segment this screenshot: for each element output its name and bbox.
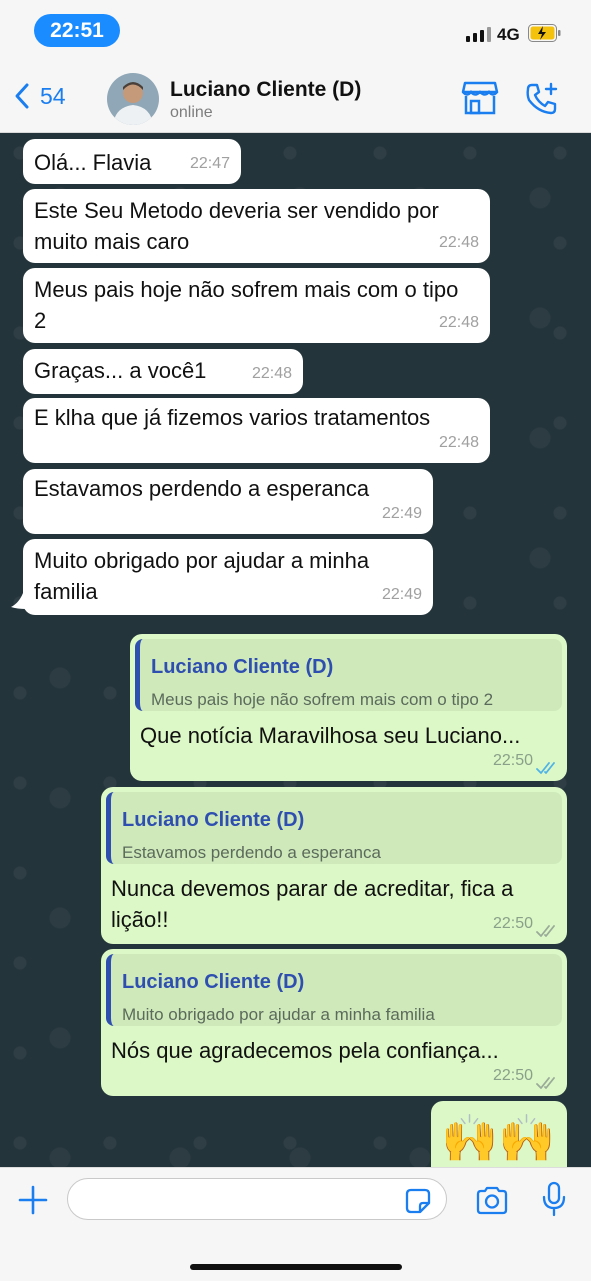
quoted-sender: Luciano Cliente (D) (122, 809, 305, 831)
message-text: Que notícia Maravilhosa seu Luciano... (140, 723, 521, 748)
message-text: E klha que já fizemos varios tratamentos (34, 405, 431, 430)
composer-bar (0, 1167, 591, 1281)
message-time: 22:50 (492, 1067, 533, 1084)
quoted-sender: Luciano Cliente (D) (122, 971, 305, 993)
incoming-message[interactable]: Meus pais hoje não sofrem mais com o tip… (23, 268, 490, 343)
status-bar: 22:51 4G (0, 0, 591, 62)
message-time: 22:48 (438, 314, 479, 331)
message-text: Graças... a você1 (34, 358, 207, 383)
status-time: 22:51 (34, 14, 120, 47)
message-time: 22:49 (381, 586, 422, 603)
avatar-image (107, 73, 159, 125)
sticker-icon[interactable] (405, 1188, 431, 1214)
message-time: 22:47 (189, 155, 230, 172)
outgoing-message[interactable]: Luciano Cliente (D) Muito obrigado por a… (101, 949, 567, 1096)
emoji-message[interactable]: 🙌🙌 (431, 1101, 567, 1167)
incoming-message[interactable]: Este Seu Metodo deveria ser vendido por … (23, 189, 490, 263)
quoted-text: Muito obrigado por ajudar a minha famili… (122, 1005, 435, 1024)
signal-icon (466, 27, 491, 42)
store-icon[interactable] (461, 80, 499, 116)
home-indicator (190, 1264, 402, 1270)
incoming-message[interactable]: Muito obrigado por ajudar a minha famili… (23, 539, 433, 615)
incoming-message[interactable]: Estavamos perdendo a esperanca 22:49 (23, 469, 433, 534)
plus-icon[interactable] (18, 1185, 48, 1215)
quoted-text: Meus pais hoje não sofrem mais com o tip… (151, 690, 494, 709)
message-text: Nós que agradecemos pela confiança... (111, 1038, 499, 1063)
message-text: Muito obrigado por ajudar a minha famili… (34, 548, 370, 604)
outgoing-message[interactable]: Luciano Cliente (D) Estavamos perdendo a… (101, 787, 567, 944)
message-time: 22:48 (251, 365, 292, 382)
quoted-message[interactable]: Luciano Cliente (D) Muito obrigado por a… (106, 954, 562, 1026)
avatar[interactable] (107, 73, 159, 125)
quoted-message[interactable]: Luciano Cliente (D) Meus pais hoje não s… (135, 639, 562, 711)
incoming-message[interactable]: Graças... a você1 22:48 (23, 349, 303, 394)
contact-status: online (170, 104, 213, 121)
quoted-message[interactable]: Luciano Cliente (D) Estavamos perdendo a… (106, 792, 562, 864)
camera-icon[interactable] (475, 1185, 509, 1215)
incoming-message[interactable]: Olá... Flavia 22:47 (23, 139, 241, 184)
quoted-sender: Luciano Cliente (D) (151, 656, 334, 678)
message-text: Estavamos perdendo a esperanca (34, 476, 370, 501)
message-text: Olá... Flavia (34, 150, 152, 175)
message-text: Este Seu Metodo deveria ser vendido por … (34, 198, 439, 254)
quoted-text: Estavamos perdendo a esperanca (122, 843, 381, 862)
chat-header: 54 Luciano Cliente (D) online (0, 62, 591, 133)
chat-area[interactable]: Olá... Flavia 22:47 Este Seu Metodo deve… (0, 133, 591, 1167)
message-input[interactable] (67, 1178, 447, 1220)
emoji-text: 🙌🙌 (441, 1112, 556, 1164)
message-text: Meus pais hoje não sofrem mais com o tip… (34, 277, 459, 333)
read-ticks-icon (536, 1077, 555, 1089)
add-call-icon[interactable] (525, 82, 559, 116)
incoming-message[interactable]: E klha que já fizemos varios tratamentos… (23, 398, 490, 463)
back-chevron-icon (15, 83, 29, 109)
microphone-icon[interactable] (540, 1181, 568, 1217)
back-button[interactable]: 54 (14, 82, 66, 110)
battery-icon (528, 24, 561, 42)
read-ticks-icon (536, 925, 555, 937)
message-time: 22:49 (381, 505, 422, 522)
outgoing-message[interactable]: Luciano Cliente (D) Meus pais hoje não s… (130, 634, 567, 781)
message-time: 22:50 (492, 915, 533, 932)
message-time: 22:48 (438, 234, 479, 251)
message-time: 22:48 (438, 434, 479, 451)
contact-name[interactable]: Luciano Cliente (D) (170, 78, 361, 102)
unread-count: 54 (40, 82, 66, 109)
read-ticks-icon (536, 762, 555, 774)
message-time: 22:50 (492, 752, 533, 769)
bubble-tail (11, 593, 27, 609)
network-label: 4G (497, 25, 520, 44)
